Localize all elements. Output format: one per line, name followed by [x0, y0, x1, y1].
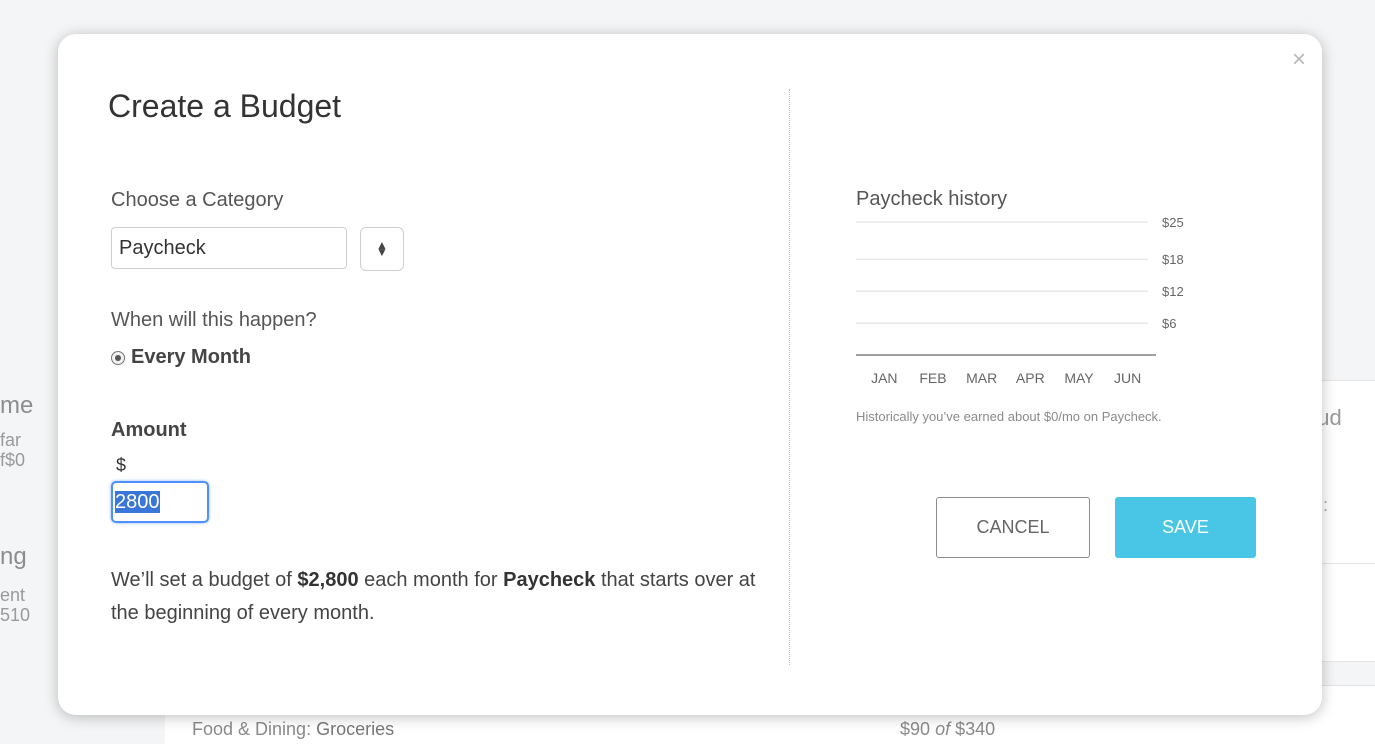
x-tick-label: MAY [1064, 370, 1094, 386]
background-left-fragment: far [0, 430, 22, 450]
modal-title: Create a Budget [108, 88, 342, 124]
amount-input-value: 2800 [115, 491, 160, 513]
background-row-category: Food & Dining: Groceries [192, 719, 395, 739]
history-title: Paycheck history [856, 188, 1008, 210]
category-dropdown-button[interactable]: ▲ ▼ [360, 227, 404, 271]
cancel-button[interactable]: CANCEL [936, 497, 1090, 558]
amount-input[interactable]: 2800 [111, 481, 209, 523]
x-tick-label: JUN [1114, 370, 1141, 386]
category-select[interactable]: Paycheck [111, 227, 347, 269]
background-left-fragment: ng [0, 543, 27, 570]
background-row-amount: $90 of $340 [900, 719, 996, 739]
background-left-fragment: 510 [0, 605, 31, 625]
x-tick-label: JAN [871, 370, 897, 386]
paycheck-history-chart: $25 $18 $12 $6 JAN FEB MAR APR MAY JUN [856, 215, 1184, 386]
summary-amount: $2,800 [297, 569, 359, 591]
amount-label: Amount [111, 419, 187, 441]
column-divider [789, 89, 790, 665]
frequency-option-label: Every Month [131, 346, 252, 368]
y-tick-label: $6 [1162, 316, 1176, 331]
summary-category: Paycheck [503, 569, 596, 591]
close-icon[interactable]: × [1292, 48, 1306, 72]
x-tick-label: MAR [966, 370, 997, 386]
create-budget-modal: × Create a Budget Choose a Category Payc… [58, 34, 1322, 715]
x-tick-label: FEB [919, 370, 946, 386]
save-button[interactable]: SAVE [1115, 497, 1256, 558]
background-right-colon: : [1323, 495, 1329, 515]
radio-selected-icon[interactable] [111, 350, 125, 365]
background-left-fragment: f$0 [0, 450, 26, 470]
background-left-fragment: ent [0, 585, 26, 605]
history-note: Historically you’ve earned about $0/mo o… [856, 409, 1162, 424]
currency-symbol: $ [116, 455, 127, 475]
category-label: Choose a Category [111, 189, 284, 211]
y-tick-label: $25 [1162, 215, 1184, 230]
frequency-every-month-option[interactable]: Every Month [111, 346, 251, 369]
sort-arrows-icon: ▲ ▼ [376, 238, 388, 259]
background-row-subcategory: Groceries [316, 719, 395, 739]
y-tick-label: $12 [1162, 284, 1184, 299]
budget-summary: We’ll set a budget of $2,800 each month … [111, 569, 756, 624]
y-tick-label: $18 [1162, 252, 1184, 267]
x-tick-label: APR [1016, 370, 1045, 386]
background-left-fragment: me [0, 392, 34, 419]
frequency-label: When will this happen? [111, 309, 317, 331]
